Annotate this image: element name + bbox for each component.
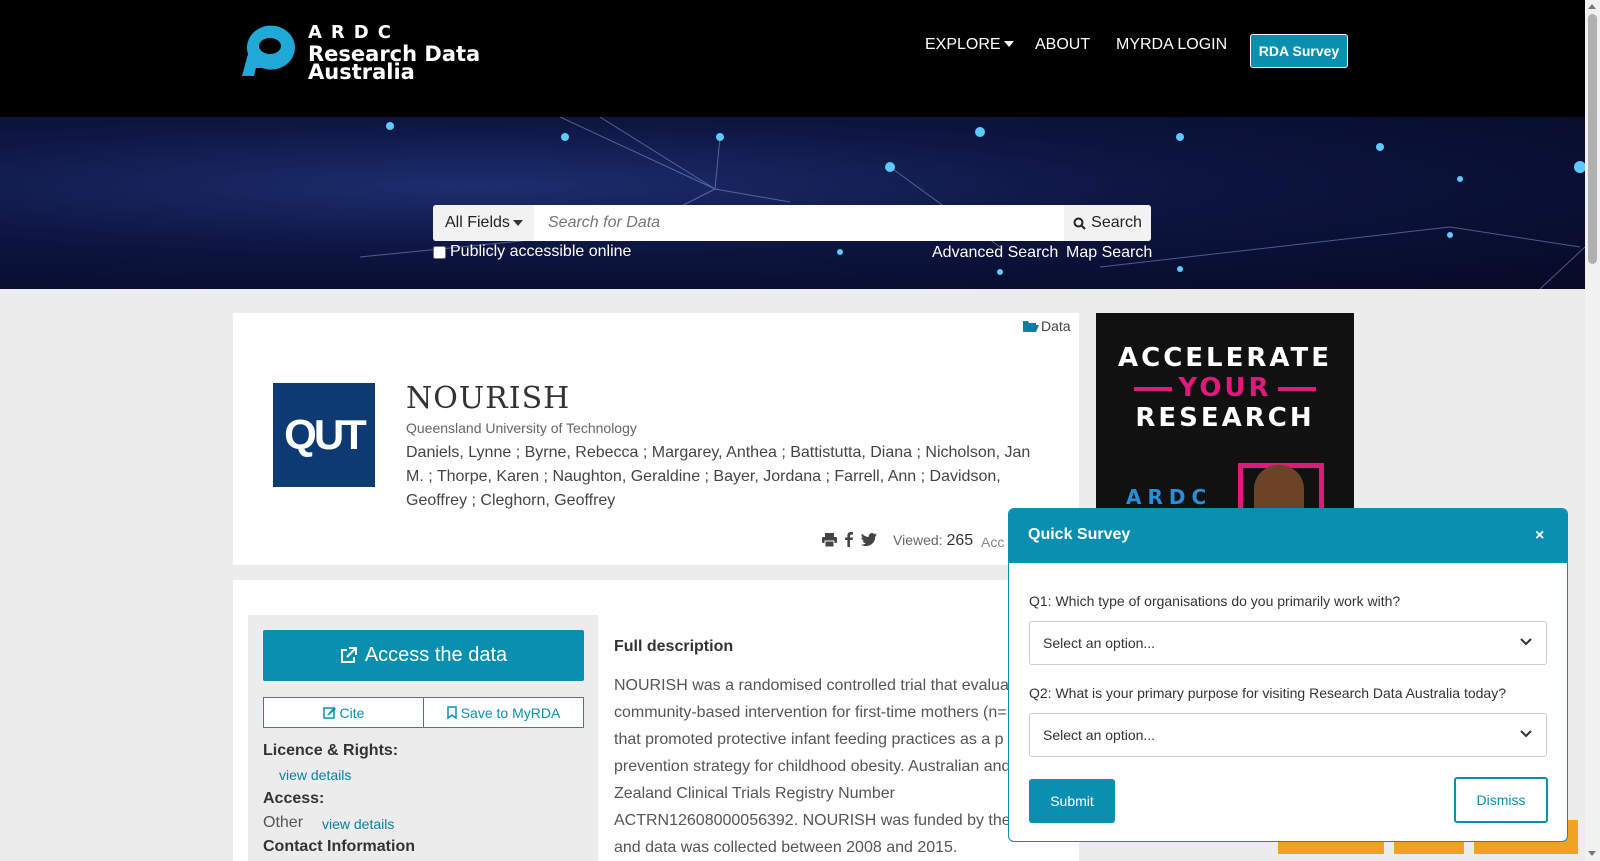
- ad-line-1: ACCELERATE: [1118, 343, 1332, 373]
- description-line: NOURISH was a randomised controlled tria…: [614, 677, 1014, 694]
- access-view-details-link[interactable]: view details: [322, 816, 394, 832]
- rda-logo[interactable]: ARDC Research Data Australia: [236, 22, 480, 84]
- search-icon: [1073, 217, 1086, 230]
- hero-banner: [0, 117, 1585, 289]
- survey-q1-label: Q1: Which type of organisations do you p…: [1029, 593, 1401, 609]
- access-label: Access:: [263, 790, 325, 807]
- caret-down-icon: [1003, 41, 1014, 47]
- nav-explore[interactable]: EXPLORE: [925, 36, 1014, 54]
- logo-line-2: Australia: [308, 60, 415, 84]
- public-access-text: Publicly accessible online: [450, 243, 632, 260]
- accelerate-research-ad[interactable]: ACCELERATE YOUR RESEARCH ARDC: [1096, 313, 1354, 513]
- record-organisation: Queensland University of Technology: [406, 420, 637, 436]
- save-label: Save to MyRDA: [460, 704, 561, 721]
- facebook-icon[interactable]: [845, 532, 853, 547]
- survey-q1-select[interactable]: Select an option...: [1029, 621, 1547, 665]
- ad-person-photo: [1254, 465, 1304, 513]
- accessed-count-truncated: Acc: [981, 534, 1005, 550]
- external-link-icon: [340, 647, 357, 663]
- network-background-icon: [359, 117, 1585, 289]
- record-title: NOURISH: [406, 381, 571, 416]
- description-line: ACTRN12608000056392. NOURISH was funded …: [614, 812, 1011, 829]
- access-data-label: Access the data: [364, 644, 508, 666]
- map-search-link[interactable]: Map Search: [1066, 244, 1152, 262]
- record-type-tag: Data: [1023, 318, 1071, 334]
- rda-survey-button[interactable]: RDA Survey: [1250, 34, 1348, 68]
- licence-view-details-link[interactable]: view details: [279, 767, 351, 783]
- public-access-checkbox[interactable]: [433, 245, 446, 259]
- ad-line-3: RESEARCH: [1135, 403, 1315, 433]
- field-select-dropdown[interactable]: All Fields: [433, 205, 534, 241]
- full-description-heading: Full description: [614, 638, 734, 655]
- page-scrollbar[interactable]: [1585, 0, 1600, 861]
- survey-q2-select[interactable]: Select an option...: [1029, 713, 1547, 757]
- scroll-up-icon[interactable]: [1588, 4, 1596, 9]
- description-line: community-based intervention for first-t…: [614, 704, 1007, 721]
- survey-q1-value: Select an option...: [1043, 635, 1156, 651]
- nav-myrda-login[interactable]: MYRDA LOGIN: [1116, 36, 1227, 54]
- quick-survey-modal: Quick Survey × Q1: Which type of organis…: [1008, 508, 1568, 842]
- nav-explore-label: EXPLORE: [925, 36, 1001, 53]
- survey-title: Quick Survey: [1028, 526, 1131, 543]
- access-value: Other: [263, 814, 304, 831]
- public-access-checkbox-label[interactable]: Publicly accessible online: [433, 243, 631, 261]
- save-to-myrda-button[interactable]: Save to MyRDA: [423, 697, 584, 728]
- top-navbar: ARDC Research Data Australia EXPLORE ABO…: [0, 0, 1585, 117]
- search-button[interactable]: Search: [1064, 205, 1151, 241]
- chevron-down-icon: [1520, 638, 1532, 646]
- viewed-label: Viewed:: [893, 532, 943, 548]
- full-description-text: NOURISH was a randomised controlled tria…: [614, 672, 1054, 861]
- chevron-down-icon: [1520, 730, 1532, 738]
- survey-dismiss-button[interactable]: Dismiss: [1454, 777, 1548, 823]
- search-input[interactable]: [534, 205, 1064, 241]
- share-row: [822, 532, 877, 547]
- description-line: Zealand Clinical Trials Registry Number: [614, 785, 895, 802]
- advanced-search-link[interactable]: Advanced Search: [932, 244, 1058, 262]
- search-button-label: Search: [1091, 214, 1142, 231]
- print-icon[interactable]: [822, 532, 837, 547]
- record-authors: Daniels, Lynne ; Byrne, Rebecca ; Margar…: [406, 444, 1031, 509]
- search-bar: All Fields Search: [433, 205, 1151, 241]
- caret-down-icon: [512, 220, 523, 226]
- survey-submit-button[interactable]: Submit: [1029, 779, 1115, 823]
- description-line: that promoted protective infant feeding …: [614, 731, 1004, 748]
- record-type-label: Data: [1041, 318, 1071, 334]
- logo-ardc-text: ARDC: [308, 22, 400, 43]
- folder-open-icon: [1023, 320, 1039, 332]
- ad-line-2-text: YOUR: [1178, 373, 1272, 403]
- edit-icon: [322, 707, 336, 719]
- scroll-thumb[interactable]: [1588, 14, 1597, 264]
- description-line: prevention strategy for childhood obesit…: [614, 758, 1011, 775]
- twitter-icon[interactable]: [861, 533, 877, 546]
- ad-dash-right: [1277, 386, 1316, 391]
- rda-logo-mark-icon: [242, 25, 295, 76]
- viewed-count: Viewed: 265: [893, 532, 973, 550]
- contact-information-label: Contact Information: [263, 838, 415, 855]
- survey-header: Quick Survey ×: [1009, 509, 1567, 563]
- ad-dash-left: [1134, 386, 1173, 391]
- ad-ardc-brand: ARDC: [1126, 485, 1213, 509]
- cite-button[interactable]: Cite: [263, 697, 424, 728]
- ad-line-2: YOUR: [1096, 373, 1354, 403]
- cite-label: Cite: [339, 704, 365, 721]
- close-icon[interactable]: ×: [1535, 527, 1544, 545]
- survey-q2-label: Q2: What is your primary purpose for vis…: [1029, 685, 1506, 701]
- licence-label: Licence & Rights:: [263, 742, 399, 759]
- qut-logo: QUT: [273, 383, 375, 487]
- survey-q2-value: Select an option...: [1043, 727, 1156, 743]
- scroll-down-icon[interactable]: [1588, 851, 1596, 856]
- access-data-button[interactable]: Access the data: [263, 630, 584, 681]
- field-select-label: All Fields: [445, 214, 510, 231]
- bookmark-icon: [446, 706, 457, 719]
- viewed-number: 265: [946, 532, 974, 549]
- nav-about[interactable]: ABOUT: [1035, 36, 1090, 54]
- description-line: and data was collected between 2008 and …: [614, 839, 958, 856]
